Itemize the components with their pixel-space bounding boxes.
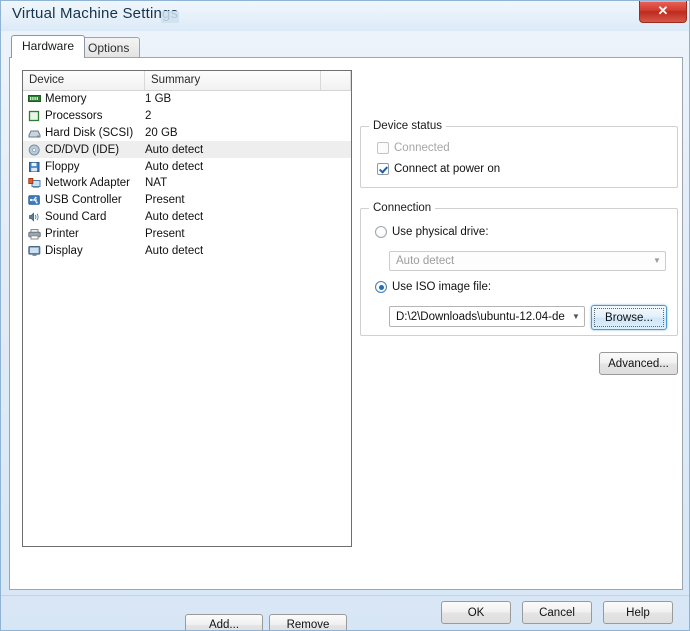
device-name: Sound Card: [45, 210, 107, 223]
device-name: Hard Disk (SCSI): [45, 126, 134, 139]
connected-checkbox[interactable]: [377, 142, 389, 154]
help-button[interactable]: Help: [603, 601, 673, 624]
ok-button[interactable]: OK: [441, 601, 511, 624]
column-header-summary[interactable]: Summary: [145, 71, 321, 90]
browse-button[interactable]: Browse...: [591, 305, 667, 330]
title-bar: Virtual Machine Settings ✕: [1, 1, 689, 31]
printer-icon: [28, 228, 41, 240]
virtual-machine-settings-window: Virtual Machine Settings ✕ Hardware Opti…: [0, 0, 690, 631]
cd-dvd-icon: [28, 144, 41, 156]
device-name: Printer: [45, 227, 79, 240]
column-header-spare[interactable]: [321, 71, 351, 90]
use-physical-drive-radio-row[interactable]: Use physical drive:: [375, 226, 489, 238]
remove-button-label: Remove: [286, 619, 330, 631]
table-row[interactable]: USB Controller Present: [23, 192, 351, 209]
connect-at-power-on-label: Connect at power on: [394, 163, 501, 175]
add-button[interactable]: Add...: [185, 614, 263, 631]
memory-icon: [28, 93, 41, 105]
device-name: CD/DVD (IDE): [45, 143, 120, 156]
connect-at-power-on-checkbox[interactable]: [377, 163, 389, 175]
device-list-header: Device Summary: [23, 71, 351, 91]
column-header-device[interactable]: Device: [23, 71, 145, 90]
device-status-group: Device status Connected Connect at power…: [360, 120, 678, 188]
iso-path-select[interactable]: D:\2\Downloads\ubuntu-12.04-de ▼: [389, 306, 585, 327]
floppy-icon: [28, 161, 41, 173]
advanced-button-label: Advanced...: [608, 357, 669, 370]
advanced-button[interactable]: Advanced...: [599, 352, 678, 375]
footer-divider: [1, 595, 689, 596]
table-row[interactable]: Floppy Auto detect: [23, 158, 351, 175]
cancel-button-label: Cancel: [539, 606, 575, 619]
table-row[interactable]: Processors 2: [23, 108, 351, 125]
hardware-tab-panel: Device Summary Memory 1 GB Processors 2 …: [9, 57, 683, 630]
physical-drive-select[interactable]: Auto detect ▼: [389, 251, 666, 271]
processors-icon: [28, 110, 41, 122]
sound-card-icon: [28, 211, 41, 223]
device-name: USB Controller: [45, 194, 122, 207]
chevron-down-icon: ▼: [653, 256, 661, 265]
device-list[interactable]: Device Summary Memory 1 GB Processors 2 …: [22, 70, 352, 547]
help-button-label: Help: [626, 606, 650, 619]
device-name: Network Adapter: [45, 177, 131, 190]
table-row[interactable]: Memory 1 GB: [23, 91, 351, 108]
device-name: Memory: [45, 93, 87, 106]
device-name: Floppy: [45, 160, 80, 173]
title-bar-artifact: [161, 11, 179, 23]
use-physical-drive-label: Use physical drive:: [392, 226, 489, 238]
device-summary: 20 GB: [145, 126, 178, 139]
hard-disk-icon: [28, 127, 41, 139]
physical-drive-value: Auto detect: [396, 255, 455, 267]
table-row[interactable]: CD/DVD (IDE) Auto detect: [23, 141, 351, 159]
device-name: Display: [45, 244, 83, 257]
cancel-button[interactable]: Cancel: [522, 601, 592, 624]
close-icon[interactable]: ✕: [639, 1, 687, 23]
iso-path-value: D:\2\Downloads\ubuntu-12.04-de: [396, 310, 565, 323]
device-summary: NAT: [145, 177, 168, 190]
device-name: Processors: [45, 110, 103, 123]
window-title: Virtual Machine Settings: [12, 5, 179, 22]
device-summary: Present: [145, 227, 185, 240]
use-iso-image-radio-row[interactable]: Use ISO image file:: [375, 281, 491, 293]
device-summary: Auto detect: [145, 160, 204, 173]
device-summary: Auto detect: [145, 210, 204, 223]
use-iso-image-radio[interactable]: [375, 281, 387, 293]
add-button-label: Add...: [208, 619, 240, 631]
table-row[interactable]: Sound Card Auto detect: [23, 209, 351, 226]
table-row[interactable]: Printer Present: [23, 225, 351, 242]
network-adapter-icon: [28, 177, 41, 189]
use-physical-drive-radio[interactable]: [375, 226, 387, 238]
connected-label: Connected: [394, 142, 450, 154]
table-row[interactable]: Hard Disk (SCSI) 20 GB: [23, 125, 351, 142]
usb-controller-icon: [28, 194, 41, 206]
connection-title: Connection: [369, 202, 436, 214]
remove-button[interactable]: Remove: [269, 614, 347, 631]
connected-checkbox-row[interactable]: Connected: [377, 142, 450, 154]
device-summary: 2: [145, 110, 152, 123]
device-status-title: Device status: [369, 120, 447, 132]
connect-at-power-on-checkbox-row[interactable]: Connect at power on: [377, 163, 500, 175]
chevron-down-icon: ▼: [572, 311, 580, 321]
browse-button-label: Browse...: [594, 308, 664, 327]
use-iso-image-label: Use ISO image file:: [392, 281, 492, 293]
tab-hardware[interactable]: Hardware: [11, 35, 86, 58]
table-row[interactable]: Display Auto detect: [23, 242, 351, 259]
device-summary: Present: [145, 194, 185, 207]
device-summary: 1 GB: [145, 93, 172, 106]
ok-button-label: OK: [467, 606, 485, 619]
device-summary: Auto detect: [145, 143, 204, 156]
table-row[interactable]: Network Adapter NAT: [23, 175, 351, 192]
tab-options[interactable]: Options: [77, 37, 141, 57]
device-summary: Auto detect: [145, 244, 204, 257]
display-icon: [28, 245, 41, 257]
